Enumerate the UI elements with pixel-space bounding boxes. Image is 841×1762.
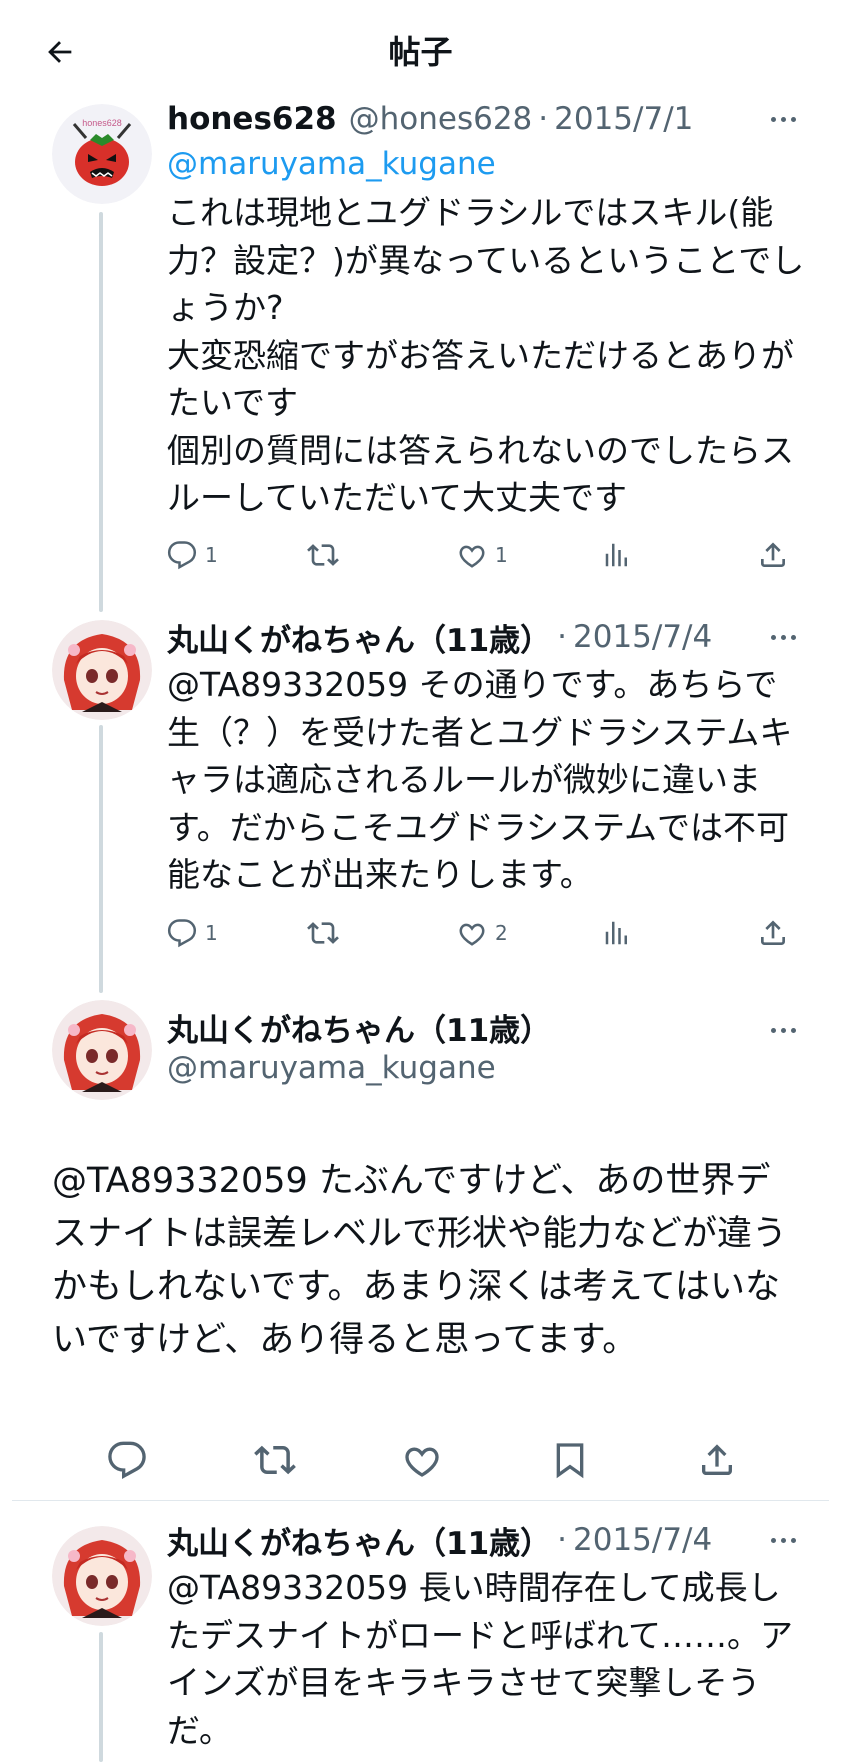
user-handle[interactable]: @hones628 — [349, 101, 533, 137]
reply-icon — [167, 919, 197, 948]
separator-dot: · — [557, 619, 567, 655]
like-icon — [405, 1447, 439, 1477]
tweet-text: これは現地とユグドラシルではスキル(能力？設定？)が異なっているということでしょ… — [167, 193, 805, 517]
more-icon — [770, 1537, 776, 1543]
more-icon — [770, 1027, 776, 1033]
tweet-text: @TA89332059 たぶんですけど、あの世界デスナイトは誤差レベルで形状や能… — [52, 1161, 788, 1360]
share-icon — [702, 1444, 732, 1475]
divider — [12, 1500, 829, 1501]
like-icon — [459, 545, 485, 568]
more-button[interactable] — [763, 1525, 803, 1555]
like-button[interactable] — [402, 1436, 442, 1484]
display-name[interactable]: hones628 — [167, 101, 337, 137]
more-button[interactable] — [763, 104, 803, 134]
avatar[interactable] — [52, 620, 152, 720]
reply-button[interactable]: 1 — [167, 913, 218, 953]
tweet-actions: 1 1 — [167, 535, 807, 575]
top-bar: 帖子 — [0, 0, 841, 100]
retweet-icon — [254, 1445, 296, 1475]
reply-count: 1 — [205, 543, 218, 567]
views-icon — [605, 543, 627, 567]
separator-dot: · — [538, 101, 549, 137]
views-button[interactable] — [602, 535, 632, 575]
display-name[interactable]: 丸山くがねちゃん（11歳） — [167, 1005, 551, 1050]
views-button[interactable] — [602, 913, 632, 953]
bookmark-button[interactable] — [550, 1436, 590, 1484]
share-icon — [761, 542, 785, 567]
tweet-date[interactable]: 2015/7/1 — [554, 101, 693, 137]
views-icon — [605, 921, 627, 945]
retweet-icon — [307, 544, 339, 566]
mention-link[interactable]: @maruyama_kugane — [167, 141, 496, 187]
tweet-text: @TA89332059 その通りです。あちらで生（？）を受けた者とユグドラシステ… — [167, 665, 793, 894]
share-button[interactable] — [697, 1436, 737, 1484]
more-icon — [770, 634, 776, 640]
separator-dot: · — [557, 1522, 567, 1558]
reply-count: 1 — [205, 921, 218, 945]
retweet-button[interactable] — [254, 1436, 296, 1484]
like-count: 1 — [495, 543, 508, 567]
like-count: 2 — [495, 921, 508, 945]
tweet-actions: 1 2 — [167, 913, 807, 953]
more-button[interactable] — [763, 1015, 803, 1045]
tweet-meta: 丸山くがねちゃん（11歳） · 2015/7/4 — [167, 612, 801, 662]
tweet-date[interactable]: 2015/7/4 — [573, 619, 712, 655]
svg-text:hones628: hones628 — [82, 118, 122, 128]
share-button[interactable] — [757, 913, 789, 953]
like-button[interactable]: 1 — [457, 535, 508, 575]
tweet-actions — [52, 1436, 797, 1484]
retweet-icon — [307, 922, 339, 944]
more-icon — [770, 116, 776, 122]
like-icon — [459, 923, 485, 946]
display-name[interactable]: 丸山くがねちゃん（11歳） — [167, 615, 551, 660]
share-button[interactable] — [757, 535, 789, 575]
more-button[interactable] — [763, 622, 803, 652]
tweet-date[interactable]: 2015/7/4 — [573, 1522, 712, 1558]
user-handle[interactable]: @maruyama_kugane — [167, 1050, 496, 1086]
avatar[interactable] — [52, 1526, 152, 1626]
display-name[interactable]: 丸山くがねちゃん（11歳） — [167, 1518, 551, 1563]
avatar[interactable] — [52, 1000, 152, 1100]
reply-icon — [167, 541, 197, 570]
tweet-meta: 丸山くがねちゃん（11歳） · 2015/7/4 — [167, 1515, 801, 1565]
tweet-meta: hones628 @hones628 · 2015/7/1 — [167, 94, 801, 144]
bookmark-icon — [556, 1443, 584, 1479]
reply-icon — [108, 1441, 146, 1479]
thread-line — [99, 725, 103, 993]
retweet-button[interactable] — [307, 913, 339, 953]
reply-button[interactable]: 1 — [167, 535, 218, 575]
avatar[interactable]: hones628 — [52, 104, 152, 204]
like-button[interactable]: 2 — [457, 913, 508, 953]
retweet-button[interactable] — [307, 535, 339, 575]
thread-line — [99, 212, 103, 612]
reply-button[interactable] — [107, 1436, 147, 1484]
tweet-text: @TA89332059 長い時間存在して成長したデスナイトがロードと呼ばれて……… — [167, 1568, 794, 1750]
share-icon — [761, 920, 785, 945]
thread-line — [99, 1632, 103, 1762]
page-title: 帖子 — [388, 33, 453, 71]
